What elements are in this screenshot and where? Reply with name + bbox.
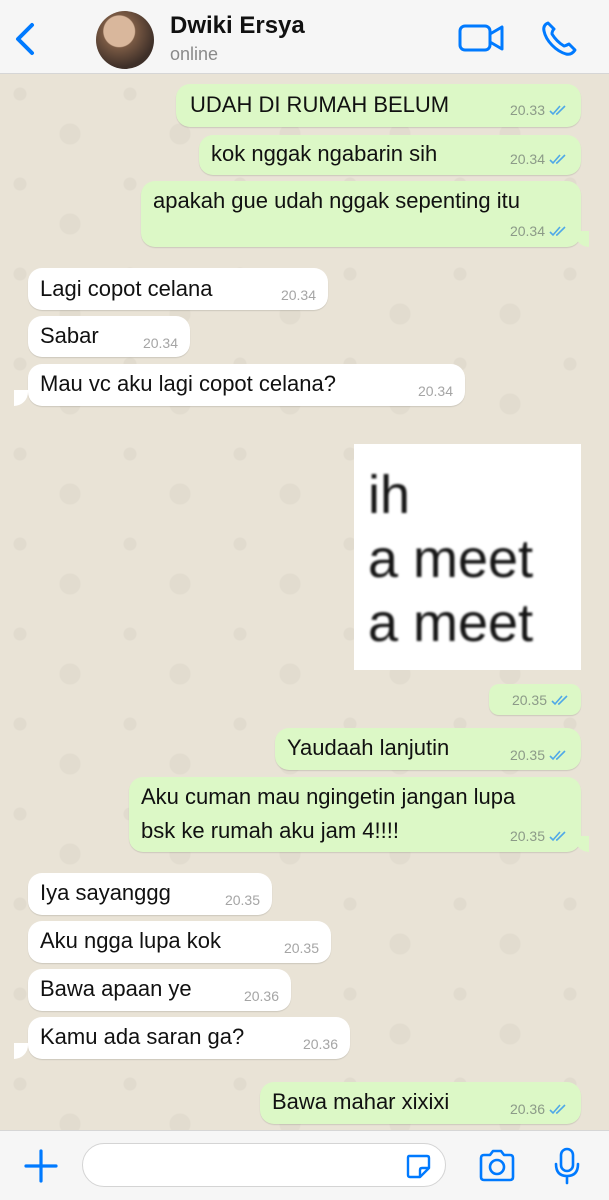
message-text: Sabar	[40, 323, 99, 348]
message-text: Kamu ada saran ga?	[40, 1024, 245, 1049]
message-bubble-outgoing[interactable]: Aku cuman mau ngingetin jangan lupa bsk …	[129, 777, 581, 852]
image-message[interactable]: ih a meet a meet	[354, 444, 581, 670]
message-time: 20.35	[283, 940, 319, 956]
message-bubble-incoming[interactable]: Sabar 20.34	[28, 316, 190, 357]
message-bubble-outgoing[interactable]: Bawa mahar xixixi 20.36	[260, 1082, 581, 1124]
camera-icon[interactable]	[478, 1149, 516, 1183]
video-call-icon[interactable]	[458, 22, 504, 54]
message-meta: 20.35	[510, 828, 569, 844]
back-icon[interactable]	[12, 22, 40, 56]
message-meta: 20.36	[244, 988, 279, 1004]
message-text-line-2: bsk ke rumah aku jam 4!!!!	[141, 818, 399, 843]
plus-icon[interactable]	[24, 1149, 58, 1183]
message-text: Yaudaah lanjutin	[287, 735, 450, 760]
message-text: apakah gue udah nggak sepenting itu	[153, 188, 520, 213]
message-text: Bawa apaan ye	[40, 976, 192, 1001]
message-meta: 20.34	[510, 223, 569, 239]
read-ticks-icon	[549, 105, 566, 116]
message-text: Bawa mahar xixixi	[272, 1089, 450, 1114]
message-time: 20.35	[509, 747, 545, 763]
message-text: Lagi copot celana	[40, 276, 213, 301]
message-meta: 20.35	[284, 940, 319, 956]
message-meta: 20.34	[143, 335, 178, 351]
message-meta: 20.36	[303, 1036, 338, 1052]
message-time: 20.34	[509, 223, 545, 239]
message-time: 20.34	[417, 383, 453, 399]
message-meta: 20.34	[281, 287, 316, 303]
message-input[interactable]	[82, 1143, 446, 1187]
message-bubble-outgoing[interactable]: Yaudaah lanjutin 20.35	[275, 728, 581, 770]
message-meta: 20.35	[510, 747, 569, 763]
message-text: Aku ngga lupa kok	[40, 928, 222, 953]
chat-header: Dwiki Ersya online	[0, 0, 609, 74]
message-bubble-outgoing[interactable]: apakah gue udah nggak sepenting itu 20.3…	[141, 181, 581, 247]
message-time: 20.34	[280, 287, 316, 303]
message-meta: 20.34	[510, 151, 569, 167]
read-ticks-icon	[549, 154, 566, 165]
message-bubble-incoming[interactable]: Mau vc aku lagi copot celana? 20.34	[28, 364, 465, 406]
read-ticks-icon	[549, 831, 566, 842]
image-meta-bubble: 20.35	[489, 684, 581, 715]
message-time: 20.36	[509, 1101, 545, 1117]
message-text: Aku cuman mau ngingetin jangan lupa	[141, 784, 516, 809]
sticker-icon[interactable]	[405, 1153, 431, 1179]
message-meta: 20.36	[510, 1101, 569, 1117]
message-meta: 20.35	[225, 892, 260, 908]
message-bubble-incoming[interactable]: Kamu ada saran ga? 20.36	[28, 1017, 350, 1059]
message-bubble-outgoing[interactable]: kok nggak ngabarin sih 20.34	[199, 135, 581, 175]
message-bubble-outgoing[interactable]: UDAH DI RUMAH BELUM 20.33	[176, 84, 581, 127]
message-text: kok nggak ngabarin sih	[211, 141, 438, 166]
message-bubble-incoming[interactable]: Iya sayanggg 20.35	[28, 873, 272, 915]
image-text-line: ih	[368, 465, 411, 525]
image-text-line: a meet	[368, 593, 534, 653]
microphone-icon[interactable]	[552, 1147, 582, 1185]
message-text: Mau vc aku lagi copot celana?	[40, 371, 336, 396]
phone-icon[interactable]	[540, 20, 578, 58]
message-time: 20.35	[224, 892, 260, 908]
contact-name[interactable]: Dwiki Ersya	[170, 12, 305, 40]
message-meta: 20.33	[510, 102, 569, 118]
message-time: 20.34	[509, 151, 545, 167]
message-bubble-incoming[interactable]: Bawa apaan ye 20.36	[28, 969, 291, 1011]
read-ticks-icon	[551, 695, 568, 706]
message-text: UDAH DI RUMAH BELUM	[190, 92, 450, 117]
read-ticks-icon	[549, 1104, 566, 1115]
message-input-bar	[0, 1130, 609, 1200]
read-ticks-icon	[549, 750, 566, 761]
message-time: 20.35	[511, 692, 547, 708]
message-time: 20.34	[142, 335, 178, 351]
message-time: 20.36	[243, 988, 279, 1004]
message-meta: 20.34	[418, 383, 453, 399]
read-ticks-icon	[549, 226, 566, 237]
avatar[interactable]	[96, 11, 154, 69]
message-time: 20.35	[509, 828, 545, 844]
message-bubble-incoming[interactable]: Lagi copot celana 20.34	[28, 268, 328, 310]
contact-status: online	[170, 44, 219, 64]
message-bubble-incoming[interactable]: Aku ngga lupa kok 20.35	[28, 921, 331, 963]
message-time: 20.33	[509, 102, 545, 118]
message-meta: 20.35	[512, 692, 571, 708]
message-time: 20.36	[302, 1036, 338, 1052]
image-text-line: a meet	[368, 529, 534, 589]
message-text: Iya sayanggg	[40, 880, 171, 905]
